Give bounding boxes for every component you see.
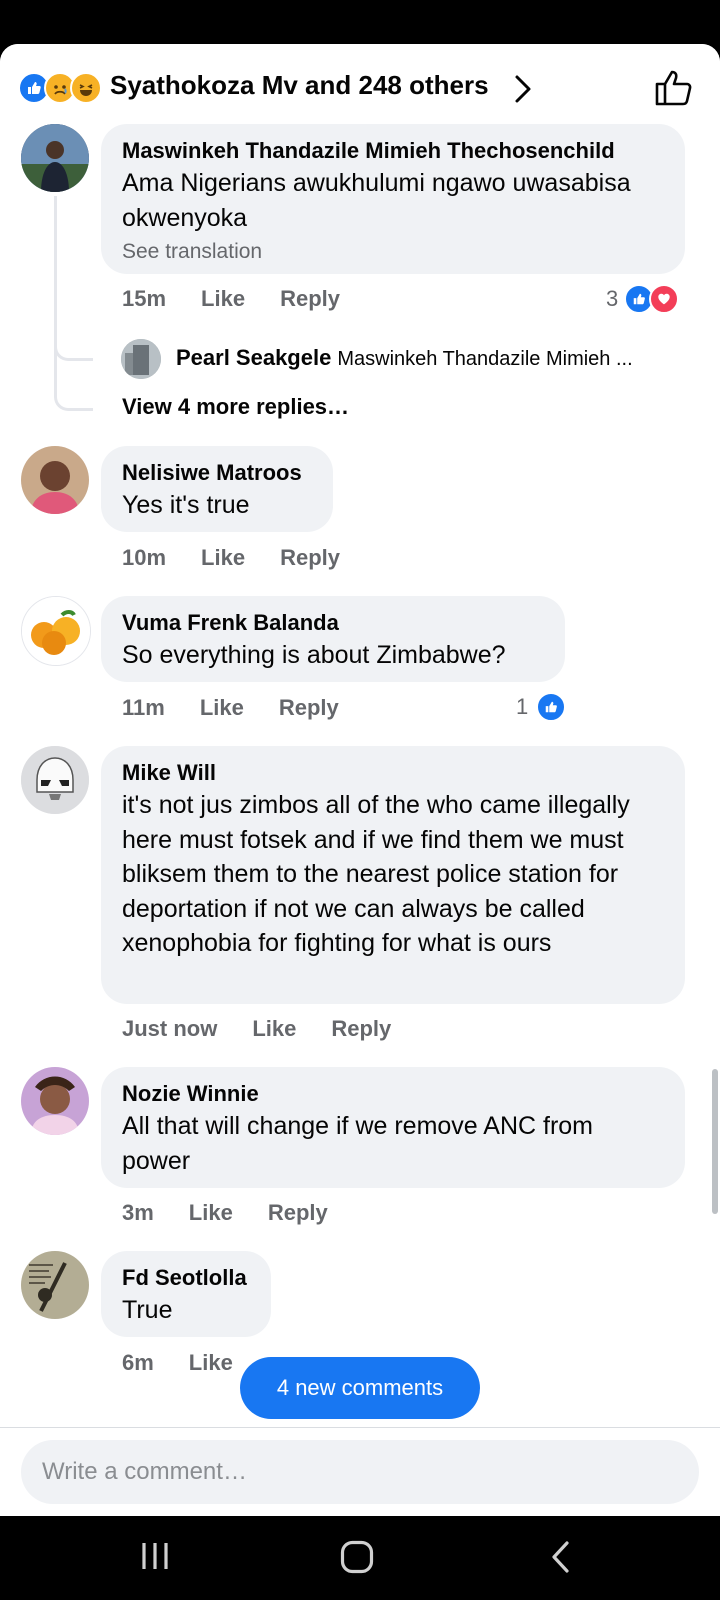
comment-author[interactable]: Nelisiwe Matroos [122,458,311,488]
avatar[interactable] [21,1251,89,1319]
comment-bubble[interactable]: Maswinkeh Thandazile Mimieh Thechosenchi… [101,124,685,274]
scrollbar[interactable] [712,1069,718,1214]
comment-time: 11m [122,695,165,720]
comment-input[interactable]: Write a comment… [21,1440,699,1504]
like-post-icon[interactable] [654,68,694,111]
comment-author[interactable]: Nozie Winnie [122,1079,663,1109]
comment-author[interactable]: Maswinkeh Thandazile Mimieh Thechosenchi… [122,136,663,166]
like-icon [536,692,567,722]
comment-text: it's not jus zimbos all of the who came … [122,791,630,957]
comments-sheet: Syathokoza Mv and 248 others Maswinkeh T… [0,44,720,1516]
comment-time: 10m [122,545,167,570]
reply-button[interactable]: Reply [331,1016,391,1042]
reaction-count-number: 3 [606,286,619,311]
reply-author[interactable]: Pearl Seakgele [176,345,331,370]
reaction-count[interactable]: 1 [516,692,567,722]
recent-apps-icon[interactable] [140,1540,170,1577]
composer-divider [0,1427,720,1428]
system-nav-bar [0,1516,720,1600]
reply-button[interactable]: Reply [280,286,340,312]
reply-text: Maswinkeh Thandazile Mimieh ... [337,348,633,370]
comment-time: 15m [122,286,167,311]
reaction-summary[interactable] [18,72,102,104]
comment-bubble[interactable]: Nelisiwe Matroos Yes it's true [101,446,333,532]
like-button[interactable]: Like [189,1200,233,1226]
like-button[interactable]: Like [201,545,245,571]
reply-button[interactable]: Reply [280,545,340,571]
comment-text: Ama Nigerians awukhulumi ngawo uwasabisa… [122,169,631,232]
comment-bubble[interactable]: Vuma Frenk Balanda So everything is abou… [101,596,565,682]
avatar[interactable] [21,1067,89,1135]
reactions-title[interactable]: Syathokoza Mv and 248 others [110,70,489,101]
comment-author[interactable]: Fd Seotlolla [122,1263,249,1293]
love-icon [649,284,680,314]
comment-actions: 3m Like Reply [122,1200,363,1226]
comment-text: Yes it's true [122,491,250,519]
comment-text: True [122,1296,173,1324]
avatar[interactable] [21,596,91,666]
avatar[interactable] [121,339,161,379]
comment-author[interactable]: Vuma Frenk Balanda [122,608,543,638]
reply-preview[interactable]: Pearl Seakgele Maswinkeh Thandazile Mimie… [176,345,696,371]
view-more-replies-link[interactable]: View 4 more replies… [122,394,349,420]
reaction-count-number: 1 [516,694,529,719]
comment-author[interactable]: Mike Will [122,758,663,788]
comment-text: So everything is about Zimbabwe? [122,641,506,669]
home-icon[interactable] [340,1540,374,1579]
haha-icon [70,72,102,104]
new-comments-button[interactable]: 4 new comments [240,1357,480,1419]
comment-bubble[interactable]: Fd Seotlolla True [101,1251,271,1337]
comment-text: All that will change if we remove ANC fr… [122,1112,594,1175]
avatar[interactable] [21,446,89,514]
thread-connector [54,334,93,361]
reply-button[interactable]: Reply [279,695,339,721]
chevron-right-icon[interactable] [514,74,532,109]
thread-line [54,358,57,388]
comment-time: Just now [122,1016,218,1041]
reply-button[interactable]: Reply [268,1200,328,1226]
avatar[interactable] [21,124,89,192]
comment-time: 3m [122,1200,154,1225]
comment-actions: 11m Like Reply [122,695,374,721]
reaction-count[interactable]: 3 [606,284,680,314]
thread-connector [54,384,93,411]
back-icon[interactable] [550,1540,570,1579]
comment-bubble[interactable]: Nozie Winnie All that will change if we … [101,1067,685,1188]
like-button[interactable]: Like [252,1016,296,1042]
comment-actions: 10m Like Reply [122,545,375,571]
like-button[interactable]: Like [189,1350,233,1376]
comment-bubble[interactable]: Mike Will it's not jus zimbos all of the… [101,746,685,1004]
like-button[interactable]: Like [201,286,245,312]
comment-time: 6m [122,1350,154,1375]
like-button[interactable]: Like [200,695,244,721]
see-translation-link[interactable]: See translation [122,235,663,269]
comment-actions: 15m Like Reply [122,286,375,312]
comment-actions: Just now Like Reply [122,1016,426,1042]
avatar[interactable] [21,746,89,814]
reactions-header[interactable]: Syathokoza Mv and 248 others [0,44,720,128]
